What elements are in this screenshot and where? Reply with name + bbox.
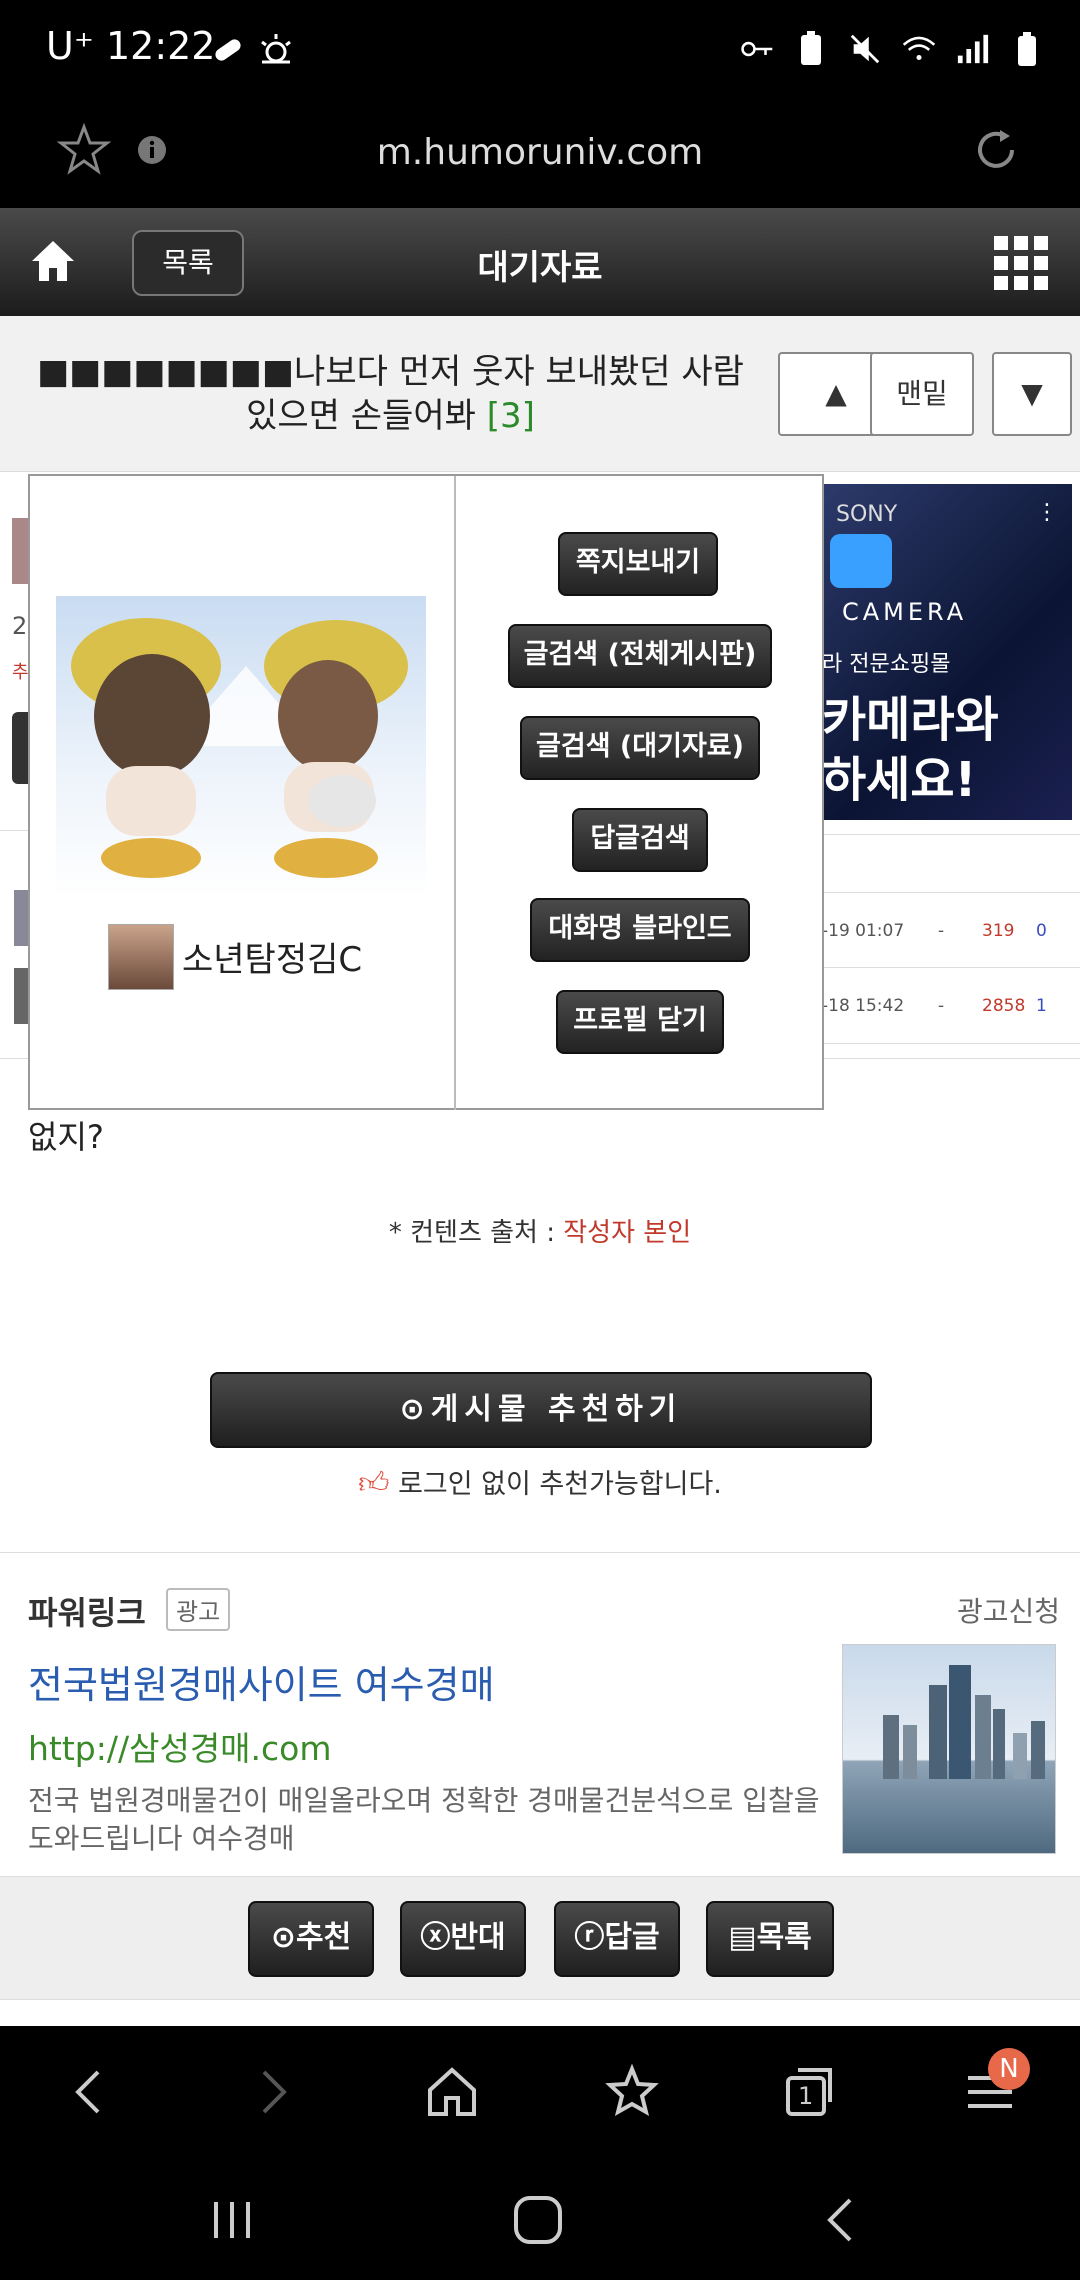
board-title: 대기자료 [477,248,603,288]
tabs-icon[interactable]: 1 [782,2064,838,2120]
background-content: 2 추 [0,472,29,1052]
ad-title-link[interactable]: 전국법원경매사이트 여수경매 [28,1654,495,1709]
content-source: * 컨텐츠 출처 : 작성자 본인 [388,1218,692,1248]
ad-url-link[interactable]: http://삼성경매.com [28,1722,332,1770]
ad-tag: 광고 [166,1588,231,1631]
divider [0,1552,1080,1553]
system-nav-bar [0,2156,1080,2280]
site-header: 목록 대기자료 [0,208,1080,316]
recommend-button[interactable]: ⊙추천 [248,1901,374,1977]
reply-button[interactable]: ⓡ답글 [554,1901,680,1977]
scroll-down-button[interactable]: ▼ [992,352,1072,436]
pill-icon [210,34,246,70]
blind-nickname-button[interactable]: 대화명 블라인드 [530,898,750,962]
status-time: U⁺ 12:22 [46,24,216,68]
list-bottom-button[interactable]: ▤목록 [706,1901,834,1977]
system-back-icon[interactable] [818,2196,866,2244]
scroll-bottom-button[interactable]: 맨밑 [870,352,974,436]
wifi-icon [902,36,936,61]
status-bar: U⁺ 12:22 [0,0,1080,104]
url-text[interactable]: m.humoruniv.com [0,132,1080,173]
ad-apply-link[interactable]: 광고신청 [957,1590,1060,1630]
mute-icon [850,34,880,64]
send-message-button[interactable]: 쪽지보내기 [558,532,718,596]
ad-line2: 라 전문쇼핑몰 [822,652,951,677]
url-bar: m.humoruniv.com [0,104,1080,208]
power-link-label: 파워링크 [28,1594,146,1632]
login-note: 👍︎ 로그인 없이 추천가능합니다. [358,1466,722,1501]
ad-brand: SONY [836,502,898,527]
ad-description: 전국 법원경매물건이 매일올라오며 정확한 경매물건분석으로 입찰을도와드립니다… [28,1784,820,1855]
oppose-button[interactable]: ⓧ반대 [400,1901,526,1977]
divider [822,834,1080,835]
recommend-post-button[interactable]: ⊙게시물 추천하기 [210,1372,872,1448]
popup-divider [454,476,456,1110]
avatar [108,924,174,990]
profile-image [56,596,426,898]
grid-menu-icon[interactable] [994,236,1048,294]
post-title[interactable]: ■■■■■■■■나보다 먼저 웃자 보내봤던 사람 있으면 손들어봐 [3] [18,350,763,438]
key-icon [741,41,773,57]
ad-thumbnail[interactable] [842,1644,1056,1854]
ad-line1: CAMERA [842,598,968,626]
battery-saver-icon [801,31,821,65]
profile-popup: 소년탐정김C 쪽지보내기 글검색 (전체게시판) 글검색 (대기자료) 답글검색… [28,474,824,1110]
weather-icon [256,32,296,70]
reload-icon[interactable] [968,122,1024,182]
signal-icon [957,34,989,64]
ad-banner[interactable]: SONY ⋮ CAMERA 라 전문쇼핑몰 카메라와 하세요! [822,484,1072,820]
bookmarks-icon[interactable] [604,2064,660,2120]
post-title-row: ■■■■■■■■나보다 먼저 웃자 보내봤던 사람 있으면 손들어봐 [3] ▲… [0,316,1080,472]
forward-icon[interactable] [244,2064,300,2120]
list-item[interactable]: -18 15:42 - 2858 1 [822,968,1080,1044]
more-options-icon[interactable]: ⋮ [1036,500,1058,525]
post-body: 없지? [28,1118,104,1156]
post-action-bar: ⊙추천 ⓧ반대 ⓡ답글 ▤목록 [0,1876,1080,2000]
search-replies-button[interactable]: 답글검색 [572,808,708,872]
profile-nickname: 소년탐정김C [182,940,363,980]
search-waiting-board-button[interactable]: 글검색 (대기자료) [520,716,760,780]
camera-icon [830,534,892,588]
browser-nav-bar: 1 [0,2026,1080,2156]
notification-badge: N [988,2048,1030,2090]
thumbs-up-icon: 👍︎ [358,1466,390,1501]
close-profile-button[interactable]: 프로필 닫기 [556,990,724,1054]
recent-apps-icon[interactable] [208,2196,256,2244]
home-nav-icon[interactable] [424,2064,480,2120]
battery-icon [1018,32,1036,66]
back-icon[interactable] [62,2064,118,2120]
list-item[interactable]: -19 01:07 - 319 0 [822,892,1080,968]
search-all-boards-button[interactable]: 글검색 (전체게시판) [508,624,772,688]
ad-line4: 하세요! [822,752,977,808]
home-button-icon[interactable] [510,2192,566,2248]
comment-count: [3] [486,396,535,436]
